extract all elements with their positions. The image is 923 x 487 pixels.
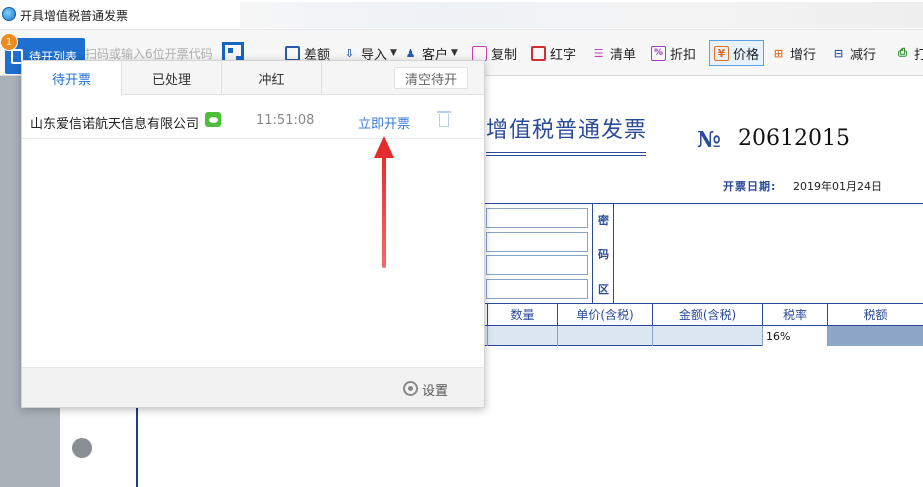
clear-pending-button[interactable]: 清空待开: [394, 67, 468, 89]
list-icon: ☰: [593, 46, 604, 60]
wechat-icon: [205, 112, 221, 127]
add-row-icon: ⊞: [773, 46, 784, 60]
pending-invoices-popup: 待开票 已处理 冲红 清空待开 山东爱信诺航天信息有限公司 11:51:08 立…: [21, 60, 485, 408]
price-icon: ¥: [714, 45, 729, 61]
toolbar-copy-label: 复制: [491, 47, 518, 63]
paper-punch-hole: [72, 438, 92, 458]
cell-tax-rate[interactable]: 16%: [762, 326, 827, 346]
issue-now-link[interactable]: 立即开票: [358, 113, 410, 132]
app-logo-icon: [2, 7, 16, 21]
invoice-title-underline: [486, 152, 646, 156]
invoice-number: 20612015: [738, 126, 850, 151]
cell-amount[interactable]: [652, 326, 762, 346]
print-icon: ⎙: [898, 46, 907, 59]
password-area-char: 密: [598, 214, 609, 227]
red-invoice-icon: [531, 45, 546, 61]
list-item[interactable]: 山东爱信诺航天信息有限公司 11:51:08 立即开票: [22, 95, 484, 139]
tab-processed[interactable]: 已处理: [122, 61, 222, 95]
buyer-address-field[interactable]: [486, 255, 588, 275]
toolbar-red-invoice-label: 红字: [550, 47, 577, 63]
cell-quantity[interactable]: [487, 326, 557, 346]
toolbar-print-label: 打: [914, 47, 923, 63]
buyer-name-field[interactable]: [486, 208, 588, 228]
invoice-number-symbol: №: [697, 127, 721, 153]
invoice-title: 增值税普通发票: [486, 118, 648, 143]
column-header-amount: 金额(含税): [652, 303, 762, 326]
request-time: 11:51:08: [256, 113, 315, 128]
import-icon: ⇩: [344, 46, 355, 60]
invoice-date-label: 开票日期:: [723, 180, 777, 193]
tab-red-reverse[interactable]: 冲红: [222, 61, 322, 95]
column-header-tax-rate: 税率: [762, 303, 827, 326]
toolbar-discount-label: 折扣: [670, 47, 697, 63]
column-header-tax-amount: 税额: [827, 303, 923, 326]
customer-icon: ♟: [405, 46, 416, 60]
title-bar-blurred-area: [240, 2, 923, 28]
buyer-bank-field[interactable]: [486, 279, 588, 299]
popup-tab-bar: 待开票 已处理 冲红 清空待开: [22, 61, 484, 96]
copy-icon: [472, 45, 487, 61]
toolbar-price-button[interactable]: ¥ 价格: [709, 40, 765, 66]
toolbar-add-row-label: 增行: [790, 47, 817, 63]
title-bar: 开具增值税普通发票: [0, 0, 923, 30]
toolbar-remove-row-button[interactable]: ⊟ 减行: [831, 42, 876, 64]
toolbar-list-label: 清单: [610, 47, 637, 63]
gear-icon[interactable]: [403, 381, 418, 396]
window-title: 开具增值税普通发票: [20, 9, 129, 23]
remove-row-icon: ⊟: [833, 46, 844, 60]
invoice-frame-top: [485, 203, 923, 204]
discount-icon: %: [651, 45, 666, 61]
column-header-unit-price: 单价(含税): [557, 303, 652, 326]
chevron-down-icon: ▼: [390, 48, 397, 58]
password-area-char: 区: [598, 283, 609, 296]
settings-link[interactable]: 设置: [422, 380, 448, 399]
password-area-char: 码: [598, 248, 609, 261]
tab-pending[interactable]: 待开票: [22, 61, 122, 96]
chevron-down-icon: ▼: [451, 48, 458, 58]
toolbar-red-invoice-button[interactable]: 红字: [531, 42, 576, 64]
popup-footer: 设置: [22, 367, 484, 407]
toolbar-discount-button[interactable]: % 折扣: [651, 42, 696, 64]
column-header-quantity: 数量: [487, 303, 557, 326]
toolbar-list-button[interactable]: ☰ 清单: [591, 42, 636, 64]
trash-icon[interactable]: [437, 111, 451, 127]
buyer-tax-id-field[interactable]: [486, 232, 588, 252]
pending-count-badge: 1: [0, 33, 18, 51]
red-arrow-shaft: [382, 150, 386, 268]
company-name: 山东爱信诺航天信息有限公司: [30, 117, 200, 132]
toolbar-print-button[interactable]: ⎙ 打: [895, 42, 923, 64]
diff-icon: [285, 45, 300, 61]
cell-tax-amount[interactable]: [827, 326, 923, 346]
cell-unit-price[interactable]: [557, 326, 652, 346]
invoice-date: 2019年01月24日: [793, 180, 882, 193]
toolbar-remove-row-label: 减行: [850, 47, 877, 63]
toolbar-price-label: 价格: [733, 47, 760, 63]
toolbar-add-row-button[interactable]: ⊞ 增行: [771, 42, 816, 64]
